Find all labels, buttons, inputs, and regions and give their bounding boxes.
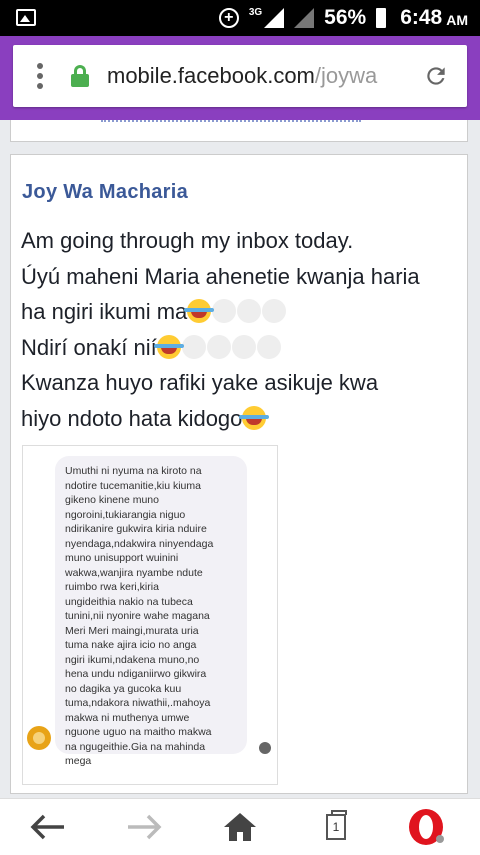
- image-text-line: makwa ni muthenya umwe: [65, 711, 190, 724]
- image-text-line: gikeno kinene muno: [65, 494, 159, 506]
- browser-toolbar: mobile.facebook.com/joywa: [0, 36, 480, 120]
- emoji-placeholder-icon: [262, 299, 287, 323]
- post-line-with-emoji: Ndirí onakí nií: [21, 330, 461, 366]
- image-notification-icon: [16, 9, 36, 26]
- status-bar: + 3G 56% 6:48 AM: [0, 0, 480, 36]
- reload-icon[interactable]: [423, 63, 449, 89]
- emoji-placeholder-icon: [212, 299, 237, 323]
- laughing-emoji-icon: [239, 405, 270, 430]
- post-line: ha ngiri ikumi ma: [21, 299, 188, 324]
- emoji-placeholder-icon: [231, 334, 256, 359]
- back-arrow-icon: [30, 814, 64, 840]
- post-line: hiyo ndoto hata kidogo: [21, 405, 243, 431]
- status-indicators: + 3G 56% 6:48 AM: [218, 0, 468, 36]
- battery-percent: 56%: [324, 6, 367, 29]
- post-card: Joy Wa Macharia Am going through my inbo…: [10, 154, 468, 794]
- image-text-line: Meri Meri maingi,murata uria: [65, 624, 199, 637]
- post-text: Am going through my inbox today. Úyú mah…: [21, 223, 461, 436]
- image-text-line: ndotire tucemanitie,kiu kiuma: [65, 479, 201, 492]
- image-text-line: tuma,ndakora niwathii,.mahoya: [65, 697, 211, 709]
- image-text-line: mega: [65, 755, 92, 767]
- url-domain: mobile.facebook.com: [107, 63, 315, 88]
- url-text[interactable]: mobile.facebook.com/joywa: [107, 63, 427, 89]
- tabs-icon: 1: [326, 810, 347, 840]
- image-text-line: tunini,nii nyonire wahe magana: [65, 610, 210, 622]
- emoji-placeholder-icon: [206, 334, 231, 359]
- home-icon: [224, 813, 256, 841]
- url-path: /joywa: [314, 63, 378, 88]
- post-line: Úyú maheni Maria ahenetie kwanja haria: [21, 263, 420, 289]
- post-line: Ndirí onakí nií: [21, 334, 157, 360]
- image-text-line: hena undu ndiganiirwo gikwira: [65, 668, 207, 680]
- signal-secondary-icon: [294, 8, 315, 28]
- divider: [101, 120, 361, 124]
- tab-count: 1: [332, 820, 340, 834]
- post-image[interactable]: Umuthi ni nyuma na kiroto na ndotire tuc…: [22, 445, 278, 785]
- image-text-line: ngiri ikumi,ndakena muno,no: [65, 653, 200, 666]
- address-bar[interactable]: mobile.facebook.com/joywa: [13, 45, 467, 107]
- network-type: 3G: [248, 6, 263, 18]
- image-text-line: na ngugeithie.Gia na mahinda: [65, 740, 206, 753]
- image-text-line: wakwa,wanjira nyambe ndute: [65, 566, 203, 579]
- image-text-line: ungideithia nakio na tubeca: [65, 595, 193, 608]
- image-text-line: nyendaga,ndakwira ninyendaga: [65, 537, 214, 550]
- image-text-line: Umuthi ni nyuma na kiroto na: [65, 465, 202, 477]
- forward-arrow-icon: [128, 814, 162, 840]
- home-button[interactable]: [210, 799, 270, 855]
- post-line: Kwanza huyo rafiki yake asikuje kwa: [21, 370, 379, 395]
- image-text-line: ndirikanire gukwira kiria nduire: [65, 523, 207, 535]
- post-line: Am going through my inbox today.: [21, 228, 354, 253]
- lion-avatar: [27, 726, 51, 750]
- laughing-emoji-icon: [184, 299, 215, 323]
- post-line-with-emoji: hiyo ndoto hata kidogo: [21, 401, 461, 437]
- emoji-placeholder-icon: [181, 334, 206, 359]
- image-text-line: nguone uguo na maitho makwa: [65, 726, 212, 738]
- read-receipt-avatar: [259, 742, 271, 754]
- post-author[interactable]: Joy Wa Macharia: [22, 181, 188, 204]
- opera-logo-icon: [409, 809, 444, 845]
- clock-ampm: AM: [446, 12, 468, 28]
- forward-button[interactable]: [114, 799, 174, 855]
- clock-time: 6:48: [400, 6, 443, 29]
- emoji-placeholder-icon: [256, 334, 281, 359]
- opera-menu-button[interactable]: [396, 799, 456, 855]
- battery-icon: [376, 8, 387, 28]
- image-text-line: ruimbo rwa keri,kiria: [65, 581, 159, 593]
- image-text-line: ngoroini,tukiarangia niguo: [65, 508, 186, 521]
- data-saver-icon: +: [218, 8, 239, 28]
- signal-icon: [264, 8, 285, 28]
- previous-post-card: [10, 120, 468, 142]
- image-text-line: no dagika ya gucoka kuu: [65, 682, 182, 695]
- emoji-placeholder-icon: [237, 299, 262, 323]
- laughing-emoji-icon: [153, 334, 184, 359]
- post-line-with-emoji: ha ngiri ikumi ma: [21, 294, 461, 330]
- image-text-line: tuma nake ajira icio no anga: [65, 639, 197, 651]
- chat-bubble: Umuthi ni nyuma na kiroto na ndotire tuc…: [55, 456, 247, 767]
- lock-icon: [71, 65, 89, 87]
- menu-icon[interactable]: [37, 63, 43, 93]
- tabs-button[interactable]: 1: [306, 799, 366, 855]
- browser-bottom-bar: 1: [0, 798, 480, 855]
- back-button[interactable]: [18, 799, 78, 855]
- image-text-line: muno unisupport wuinini: [65, 552, 179, 564]
